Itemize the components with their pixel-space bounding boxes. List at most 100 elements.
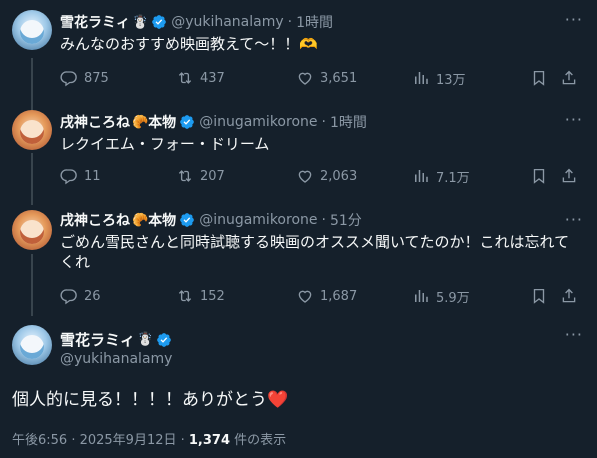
tweet-text: レクイエム・フォー・ドリーム [60,135,270,153]
share-icon [560,167,578,185]
bookmark-button[interactable] [530,167,554,185]
handle[interactable]: @yukihanalamy [60,351,172,367]
timestamp[interactable]: 51分 [330,210,362,230]
retweet-button[interactable]: 207 [176,167,225,185]
bookmark-button[interactable] [530,287,554,305]
tweet[interactable]: 戌神ころね 🥐 本物 @inugamikorone · 1時間 ··· レクイエ… [0,110,597,200]
verified-badge-icon[interactable] [156,332,172,348]
display-name[interactable]: 戌神ころね [60,112,130,132]
views-button[interactable]: 7.1万 [412,167,470,186]
reply-count: 875 [84,70,109,86]
view-count: 13万 [436,72,466,88]
reply-button[interactable]: 26 [60,287,101,305]
handle[interactable]: @yukihanalamy [171,14,283,30]
views-icon [412,69,430,87]
like-count: 1,687 [320,288,358,304]
display-name[interactable]: 雪花ラミィ [60,12,130,32]
avatar[interactable] [12,10,52,50]
tweet-header: 戌神ころね 🥐 本物 @inugamikorone · 1時間 [60,112,367,132]
reply-button[interactable]: 875 [60,69,109,87]
share-button[interactable] [560,69,584,87]
like-button[interactable]: 2,063 [296,167,357,185]
meta-time[interactable]: 午後6:56 · 2025年9月12日 · [12,433,189,448]
retweet-icon [176,69,194,87]
name-badge-text: 本物 [148,213,177,229]
view-count: 5.9万 [436,290,470,306]
name-emoji: ☃️ [137,332,154,347]
separator-dot: · [321,212,326,228]
display-name[interactable]: 戌神ころね [60,210,130,230]
share-icon [560,69,578,87]
verified-badge-icon[interactable] [179,212,195,228]
name-badge-text: 本物 [148,115,177,131]
retweet-count: 437 [200,70,225,86]
view-count: 7.1万 [436,170,470,186]
tweet-actions: 875 437 3,651 13万 [60,68,580,88]
reply-button[interactable]: 11 [60,167,101,185]
tweet-text: ごめん雪民さんと同時試聴する映画のオススメ聞いてたのか！これは忘れてくれ [60,233,570,271]
retweet-icon [176,287,194,305]
avatar[interactable] [12,110,52,150]
more-options-icon[interactable]: ··· [565,210,583,229]
like-icon [296,287,314,305]
timestamp[interactable]: 1時間 [330,112,367,132]
views-button[interactable]: 5.9万 [412,287,470,306]
name-emoji: ☃️ [132,14,149,30]
retweet-button[interactable]: 152 [176,287,225,305]
handle[interactable]: @inugamikorone [199,114,317,130]
display-name[interactable]: 雪花ラミィ [60,329,135,350]
main-text-content: 個人的に見る！！！！ありがとう [12,390,267,410]
share-button[interactable] [560,287,584,305]
meta-views-label: 件の表示 [230,433,287,448]
like-icon [296,69,314,87]
share-button[interactable] [560,167,584,185]
retweet-button[interactable]: 437 [176,69,225,87]
tweet-actions: 11 207 2,063 7.1万 [60,166,580,186]
like-count: 3,651 [320,70,358,86]
like-button[interactable]: 3,651 [296,69,357,87]
tweet[interactable]: 戌神ころね 🥐 本物 @inugamikorone · 51分 ··· ごめん雪… [0,210,597,310]
bookmark-button[interactable] [530,69,554,87]
tweet[interactable]: 雪花ラミィ ☃️ @yukihanalamy · 1時間 ··· みんなのおすす… [0,10,597,100]
retweet-count: 152 [200,288,225,304]
heart-emoji: ❤️ [267,390,289,410]
avatar[interactable] [12,325,52,365]
meta-view-count: 1,374 [188,433,231,448]
separator-dot: · [287,14,293,30]
reply-count: 11 [84,168,101,184]
reply-icon [60,69,78,87]
main-display-name[interactable]: 雪花ラミィ ☃️ [60,329,172,350]
name-emoji: 🥐 [132,212,149,228]
main-tweet: 雪花ラミィ ☃️ @yukihanalamy ··· 個人的に見る！！！！ありが… [0,325,597,458]
like-count: 2,063 [320,168,358,184]
retweet-icon [176,167,194,185]
timestamp[interactable]: 1時間 [296,12,333,32]
verified-badge-icon[interactable] [179,114,195,130]
like-button[interactable]: 1,687 [296,287,357,305]
reply-icon [60,167,78,185]
tweet-header: 戌神ころね 🥐 本物 @inugamikorone · 51分 [60,210,362,230]
name-emoji: 🥐 [132,114,149,130]
tweet-text: みんなのおすすめ映画教えて〜！！🫶 [60,35,318,53]
views-button[interactable]: 13万 [412,69,466,88]
more-options-icon[interactable]: ··· [565,10,583,29]
bookmark-icon [530,287,548,305]
reply-icon [60,287,78,305]
share-icon [560,287,578,305]
like-icon [296,167,314,185]
views-icon [412,167,430,185]
main-tweet-text: 個人的に見る！！！！ありがとう❤️ [12,385,288,410]
bookmark-icon [530,69,548,87]
bookmark-icon [530,167,548,185]
tweet-header: 雪花ラミィ ☃️ @yukihanalamy · 1時間 [60,12,333,32]
avatar[interactable] [12,210,52,250]
retweet-count: 207 [200,168,225,184]
handle[interactable]: @inugamikorone [199,212,317,228]
reply-count: 26 [84,288,101,304]
separator-dot: · [321,114,326,130]
tweet-actions: 26 152 1,687 5.9万 [60,286,580,306]
more-options-icon[interactable]: ··· [565,325,583,344]
more-options-icon[interactable]: ··· [565,110,583,129]
views-icon [412,287,430,305]
verified-badge-icon[interactable] [151,14,167,30]
